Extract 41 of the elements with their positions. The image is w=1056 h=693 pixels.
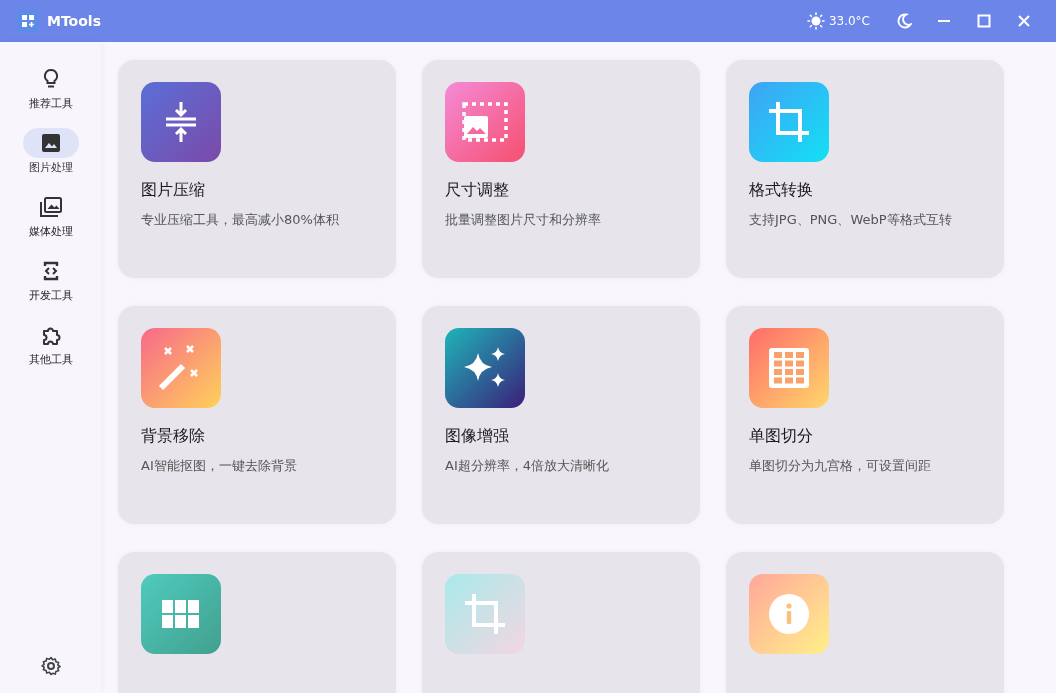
sidebar-item[interactable]: 开发工具: [22, 256, 79, 320]
crop-icon: [767, 100, 811, 144]
temperature-reading: 33.0°C: [828, 14, 870, 28]
tool-card[interactable]: 格式转换 支持JPG、PNG、WebP等格式互转: [726, 60, 1004, 278]
tool-card[interactable]: 背景移除 AI智能抠图，一键去除背景: [118, 306, 396, 524]
sidebar-item[interactable]: 图片处理: [22, 128, 79, 192]
window-title: MTools: [47, 13, 101, 29]
tool-description: AI超分辨率，4倍放大清晰化: [445, 457, 610, 475]
tool-title: 图片压缩: [141, 180, 206, 201]
grid-icon: [162, 600, 200, 628]
app-logo-icon: [17, 10, 39, 32]
sidebar-item[interactable]: 其他工具: [22, 320, 79, 384]
tool-title: 格式转换: [749, 180, 814, 201]
tool-card[interactable]: 图片压缩 专业压缩工具，最高减小80%体积: [118, 60, 396, 278]
tool-card[interactable]: 图像增强 AI超分辨率，4倍放大清晰化: [422, 306, 700, 524]
tool-title: 图像增强: [445, 426, 510, 447]
tool-description: 支持JPG、PNG、WebP等格式互转: [749, 211, 953, 229]
sidebar-item[interactable]: 推荐工具: [22, 64, 79, 128]
sidebar-item[interactable]: 媒体处理: [22, 192, 79, 256]
sun-icon: [806, 12, 825, 30]
images-icon: [38, 196, 63, 218]
moon-icon: [896, 13, 912, 29]
settings-icon: [40, 656, 61, 676]
close-icon: [1017, 14, 1031, 28]
tool-description: 单图切分为九宫格，可设置间距: [749, 457, 932, 475]
tool-description: 批量调整图片尺寸和分辨率: [445, 211, 602, 229]
info-icon: [769, 594, 809, 634]
dashed-frame-image-icon: [462, 102, 508, 142]
tool-title: 单图切分: [749, 426, 814, 447]
tool-description: 专业压缩工具，最高减小80%体积: [141, 211, 340, 229]
crop-icon: [463, 592, 507, 636]
maximize-icon: [977, 14, 991, 28]
grid-icon: [769, 348, 809, 388]
tool-title: 尺寸调整: [445, 180, 510, 201]
tool-card[interactable]: 尺寸调整 批量调整图片尺寸和分辨率: [422, 60, 700, 278]
tool-card[interactable]: 单图切分 单图切分为九宫格，可设置间距: [726, 306, 1004, 524]
code-phone-icon: [41, 260, 60, 282]
compress-arrows-icon: [164, 100, 198, 144]
image-icon: [39, 132, 62, 154]
tool-description: AI智能抠图，一键去除背景: [141, 457, 298, 475]
tool-title: 背景移除: [141, 426, 206, 447]
